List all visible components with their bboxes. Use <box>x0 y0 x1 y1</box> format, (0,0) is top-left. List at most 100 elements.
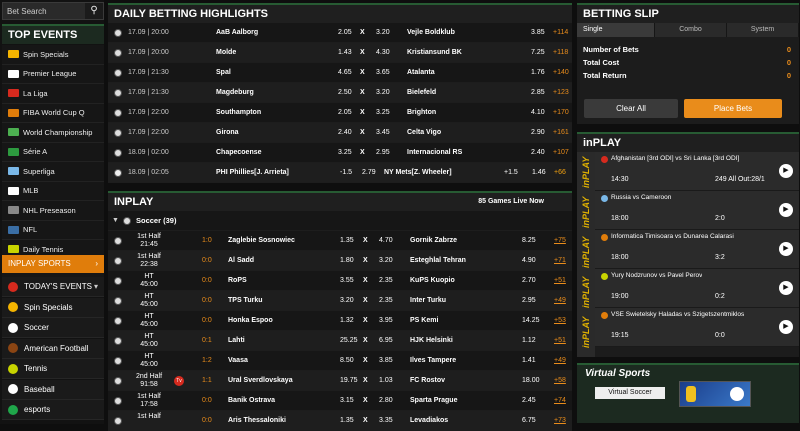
search-icon[interactable]: ⚲ <box>85 3 103 19</box>
cell-home[interactable]: Southampton <box>216 109 261 116</box>
cell-home[interactable]: Zaglebie Sosnowiec <box>228 237 295 244</box>
place-bets-button[interactable]: Place Bets <box>684 99 782 118</box>
cell-x[interactable]: X <box>363 257 368 264</box>
cell-more[interactable]: +170 <box>553 109 569 116</box>
cell-home[interactable]: RoPS <box>228 277 247 284</box>
cell-o1[interactable]: 3.55 <box>340 277 354 284</box>
cell-home[interactable]: AaB Aalborg <box>216 29 258 36</box>
cell-o2[interactable]: 7.25 <box>531 49 545 56</box>
play-icon[interactable]: ▶ <box>779 242 793 256</box>
cell-o2[interactable]: 2.45 <box>522 397 536 404</box>
cell-x[interactable]: X <box>363 337 368 344</box>
inplay-event[interactable]: Afghanistan [3rd ODI] vs Sri Lanka [3rd … <box>595 152 799 191</box>
cell-ox[interactable]: 3.20 <box>379 257 393 264</box>
inplay-row[interactable]: 1st Half 22:38 0:0 Al Sadd 1.80 X 3.20 Esteghla… <box>108 251 572 271</box>
soccer-group-header[interactable]: ▼ Soccer (39) <box>108 211 572 231</box>
cell-away[interactable]: Sparta Prague <box>410 397 457 404</box>
sport-item[interactable]: TODAY'S EVENTS ▾ <box>2 277 104 297</box>
sport-item[interactable]: Spin Specials <box>2 297 104 318</box>
cell-away[interactable]: Bielefeld <box>407 89 436 96</box>
cell-home[interactable]: Banik Ostrava <box>228 397 275 404</box>
cell-x[interactable]: X <box>360 89 365 96</box>
cell-o2[interactable]: 2.95 <box>522 297 536 304</box>
cell-o1[interactable]: 3.15 <box>340 397 354 404</box>
cell-x[interactable]: X <box>360 69 365 76</box>
cell-home[interactable]: Girona <box>216 129 239 136</box>
highlight-row[interactable]: 17.09 | 21:30 Magdeburg 2.50 X 3.20 Bielefeld… <box>108 83 572 103</box>
play-icon[interactable]: ▶ <box>779 281 793 295</box>
cell-more[interactable]: +71 <box>554 257 566 264</box>
cell-more[interactable]: +49 <box>554 297 566 304</box>
cell-more[interactable]: +51 <box>554 337 566 344</box>
cell-ox[interactable]: 3.95 <box>379 317 393 324</box>
inplay-event[interactable]: Yury Nodzrunov vs Pavel Perov 19:00 0:2 ▶ <box>595 269 799 308</box>
inplay-event[interactable]: Informatica Timisoara vs Dunarea Calaras… <box>595 230 799 269</box>
inplay-event[interactable]: Russia vs Cameroon 18:00 2:0 ▶ <box>595 191 799 230</box>
cell-o2[interactable]: 2.90 <box>531 129 545 136</box>
cell-x[interactable]: X <box>363 297 368 304</box>
inplay-event[interactable]: VSE Swietelsky Haladas vs Szigetszentmik… <box>595 308 799 347</box>
cell-ox[interactable]: 6.95 <box>379 337 393 344</box>
cell-ox[interactable]: 2.80 <box>379 397 393 404</box>
cell-away[interactable]: HJK Helsinki <box>410 337 453 344</box>
cell-ox[interactable]: 3.20 <box>376 29 390 36</box>
inplay-row[interactable]: 2nd Half 91:58 Tv 1:1 Ural Sverdlovskaya 19.7… <box>108 371 572 391</box>
cell-away[interactable]: Vejle Boldklub <box>407 29 455 36</box>
cell-home[interactable]: Aris Thessaloniki <box>228 417 286 424</box>
cell-ox[interactable]: 1.03 <box>379 377 393 384</box>
cell-o2[interactable]: 14.25 <box>522 317 540 324</box>
cell-ox[interactable]: 3.85 <box>379 357 393 364</box>
cell-away[interactable]: FC Rostov <box>410 377 445 384</box>
top-event-item[interactable]: Premier League <box>2 64 104 84</box>
highlight-row[interactable]: 17.09 | 21:30 Spal 4.65 X 3.65 Atalanta 1.76 +1… <box>108 63 572 83</box>
away-team[interactable]: NY Mets[Z. Wheeler] <box>384 169 452 176</box>
top-event-item[interactable]: NFL <box>2 220 104 240</box>
highlight-row[interactable]: 17.09 | 20:00 AaB Aalborg 2.05 X 3.20 Vejle B… <box>108 23 572 43</box>
away-odds[interactable]: 1.46 <box>532 169 546 176</box>
cell-o2[interactable]: 18.00 <box>522 377 540 384</box>
cell-home[interactable]: Molde <box>216 49 236 56</box>
top-event-item[interactable]: Série A <box>2 142 104 162</box>
highlight-row[interactable]: 17.09 | 20:00 Molde 1.43 X 4.30 Kristiansund … <box>108 43 572 63</box>
cell-home[interactable]: Ural Sverdlovskaya <box>228 377 293 384</box>
cell-ox[interactable]: 3.35 <box>379 417 393 424</box>
more-markets[interactable]: +66 <box>554 169 566 176</box>
cell-away[interactable]: PS Kemi <box>410 317 438 324</box>
cell-o2[interactable]: 4.90 <box>522 257 536 264</box>
cell-more[interactable]: +74 <box>554 397 566 404</box>
cell-home[interactable]: Chapecoense <box>216 149 262 156</box>
virtual-soccer-banner[interactable] <box>679 381 751 407</box>
cell-more[interactable]: +114 <box>553 29 568 36</box>
cell-o2[interactable]: 1.41 <box>522 357 536 364</box>
cell-away[interactable]: Esteghlal Tehran <box>410 257 466 264</box>
sport-item[interactable]: Baseball <box>2 379 104 400</box>
cell-o2[interactable]: 2.40 <box>531 149 545 156</box>
cell-home[interactable]: Magdeburg <box>216 89 254 96</box>
cell-ox[interactable]: 2.35 <box>379 277 393 284</box>
cell-o1[interactable]: 2.50 <box>338 89 352 96</box>
cell-o1[interactable]: 2.05 <box>338 29 352 36</box>
cell-o2[interactable]: 1.12 <box>522 337 536 344</box>
cell-x[interactable]: X <box>363 397 368 404</box>
cell-home[interactable]: Lahti <box>228 337 245 344</box>
cell-o2[interactable]: 2.85 <box>531 89 545 96</box>
cell-ox[interactable]: 3.20 <box>376 89 390 96</box>
cell-more[interactable]: +140 <box>553 69 569 76</box>
cell-x[interactable]: X <box>360 109 365 116</box>
cell-home[interactable]: TPS Turku <box>228 297 262 304</box>
cell-more[interactable]: +53 <box>554 317 566 324</box>
cell-x[interactable]: X <box>363 277 368 284</box>
cell-away[interactable]: Inter Turku <box>410 297 446 304</box>
top-event-item[interactable]: Spin Specials <box>2 45 104 65</box>
cell-x[interactable]: X <box>360 49 365 56</box>
inplay-row[interactable]: HT 45:00 0:0 TPS Turku 3.20 X 2.35 Inter Turku 2… <box>108 291 572 311</box>
tab-single[interactable]: Single <box>577 23 655 37</box>
sport-item[interactable]: American Football <box>2 338 104 359</box>
cell-ox[interactable]: 3.25 <box>376 109 390 116</box>
cell-o2[interactable]: 4.10 <box>531 109 545 116</box>
cell-o1[interactable]: 3.25 <box>338 149 352 156</box>
cell-o2[interactable]: 6.75 <box>522 417 536 424</box>
cell-ox[interactable]: 4.30 <box>376 49 390 56</box>
virtual-soccer-button[interactable]: Virtual Soccer <box>595 387 665 399</box>
cell-home[interactable]: Vaasa <box>228 357 248 364</box>
